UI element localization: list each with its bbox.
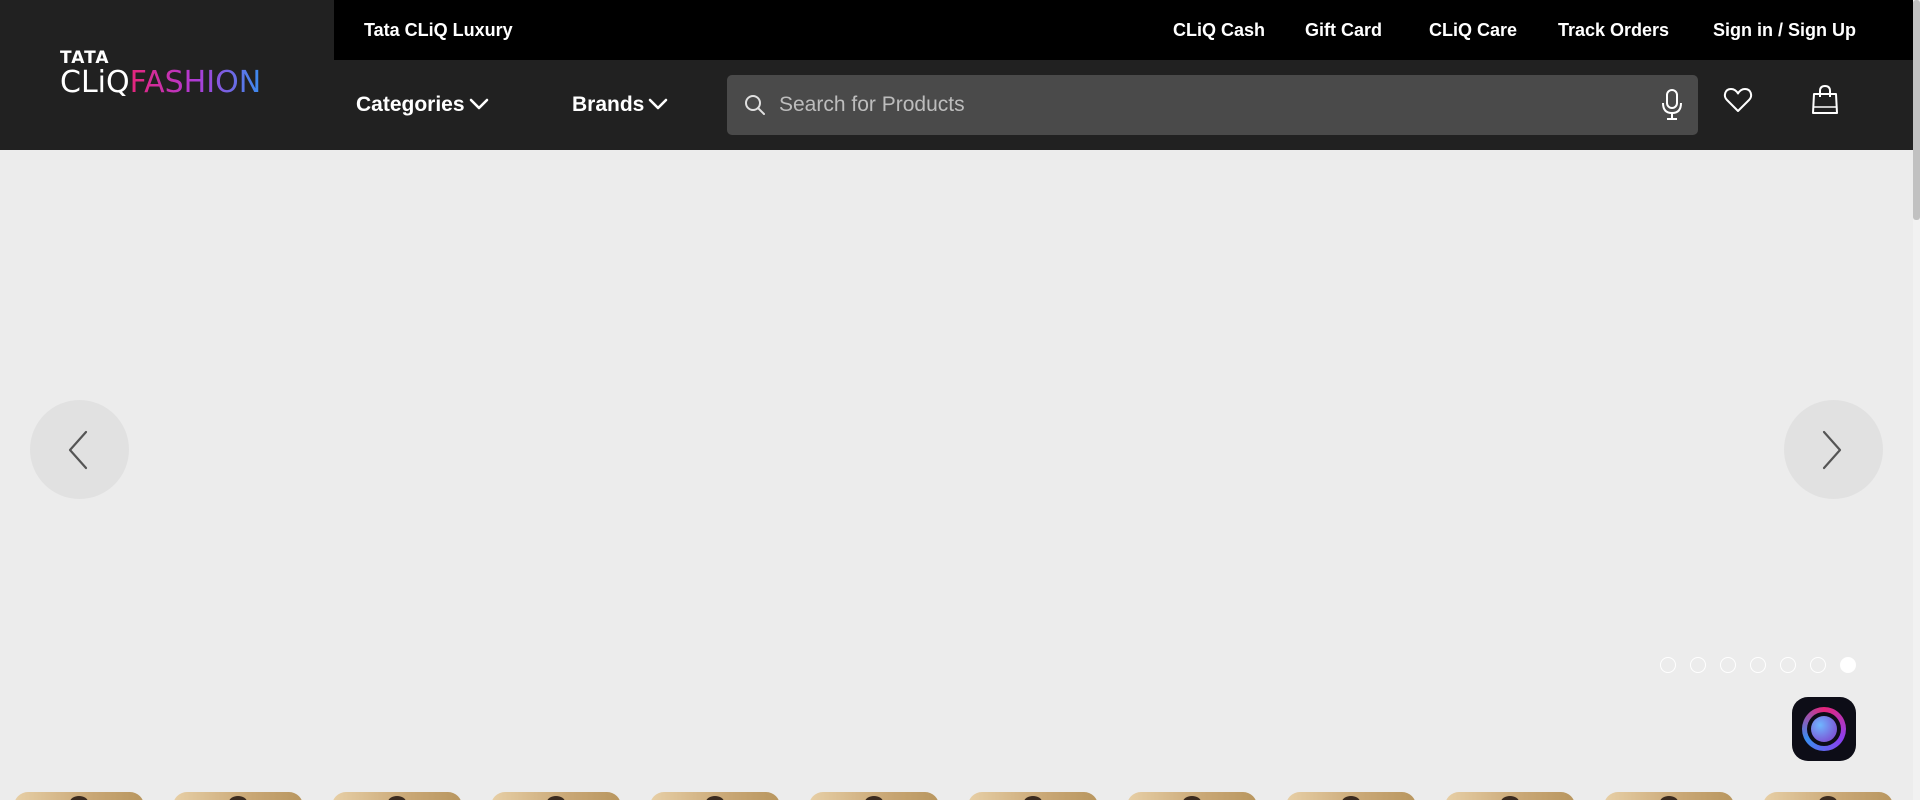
chevron-down-icon	[649, 98, 668, 110]
category-tile[interactable]	[1127, 792, 1257, 800]
category-strip	[0, 790, 1913, 800]
search-bar	[727, 75, 1698, 135]
track-orders-link[interactable]: Track Orders	[1558, 0, 1669, 60]
carousel-next-button[interactable]	[1784, 400, 1883, 499]
heart-icon[interactable]	[1722, 84, 1754, 116]
brands-dropdown[interactable]: Brands	[572, 86, 668, 124]
category-tile[interactable]	[1763, 792, 1893, 800]
cliq-cash-link[interactable]: CLiQ Cash	[1173, 0, 1265, 60]
search-icon	[745, 95, 765, 115]
ai-assistant-icon	[1802, 707, 1846, 751]
category-tile[interactable]	[1604, 792, 1734, 800]
microphone-icon[interactable]	[1660, 88, 1684, 122]
category-tile[interactable]	[968, 792, 1098, 800]
scrollbar-thumb[interactable]	[1913, 0, 1920, 220]
chevron-right-icon	[1822, 430, 1842, 470]
shopping-bag-icon[interactable]	[1810, 84, 1840, 116]
carousel-dot[interactable]	[1720, 657, 1736, 673]
top-utility-bar: Tata CLiQ Luxury CLiQ Cash Gift Card CLi…	[334, 0, 1913, 60]
carousel-dot[interactable]	[1840, 657, 1856, 673]
logo-fashion-text: FASHION	[129, 65, 262, 100]
chevron-down-icon	[469, 98, 488, 110]
category-tile[interactable]	[173, 792, 303, 800]
cliq-care-link[interactable]: CLiQ Care	[1429, 0, 1517, 60]
chevron-left-icon	[68, 430, 88, 470]
categories-dropdown[interactable]: Categories	[356, 86, 489, 124]
categories-label: Categories	[356, 93, 465, 116]
search-input[interactable]	[779, 75, 1629, 135]
logo-wordmark: CLiQFASHION	[60, 67, 261, 99]
carousel-dot[interactable]	[1750, 657, 1766, 673]
logo-cliq-text: CLiQ	[60, 65, 130, 100]
category-tile[interactable]	[1445, 792, 1575, 800]
category-tile[interactable]	[650, 792, 780, 800]
gift-card-link[interactable]: Gift Card	[1305, 0, 1382, 60]
site-header: TATA CLiQFASHION Tata CLiQ Luxury CLiQ C…	[0, 0, 1913, 150]
sign-in-sign-up-link[interactable]: Sign in / Sign Up	[1713, 0, 1856, 60]
carousel-dot[interactable]	[1690, 657, 1706, 673]
category-tile[interactable]	[14, 792, 144, 800]
carousel-pagination	[1660, 657, 1870, 673]
carousel-dot[interactable]	[1810, 657, 1826, 673]
category-tile[interactable]	[491, 792, 621, 800]
tata-cliq-luxury-link[interactable]: Tata CLiQ Luxury	[364, 0, 513, 60]
brands-label: Brands	[572, 93, 645, 116]
category-tile[interactable]	[1286, 792, 1416, 800]
carousel-prev-button[interactable]	[30, 400, 129, 499]
carousel-dot[interactable]	[1660, 657, 1676, 673]
carousel-dot[interactable]	[1780, 657, 1796, 673]
tata-cliq-fashion-logo[interactable]: TATA CLiQFASHION	[60, 50, 261, 99]
logo-container: TATA CLiQFASHION	[0, 0, 334, 150]
category-tile[interactable]	[332, 792, 462, 800]
category-tile[interactable]	[809, 792, 939, 800]
ai-assistant-button[interactable]	[1792, 697, 1856, 761]
page-scrollbar[interactable]	[1913, 0, 1920, 800]
